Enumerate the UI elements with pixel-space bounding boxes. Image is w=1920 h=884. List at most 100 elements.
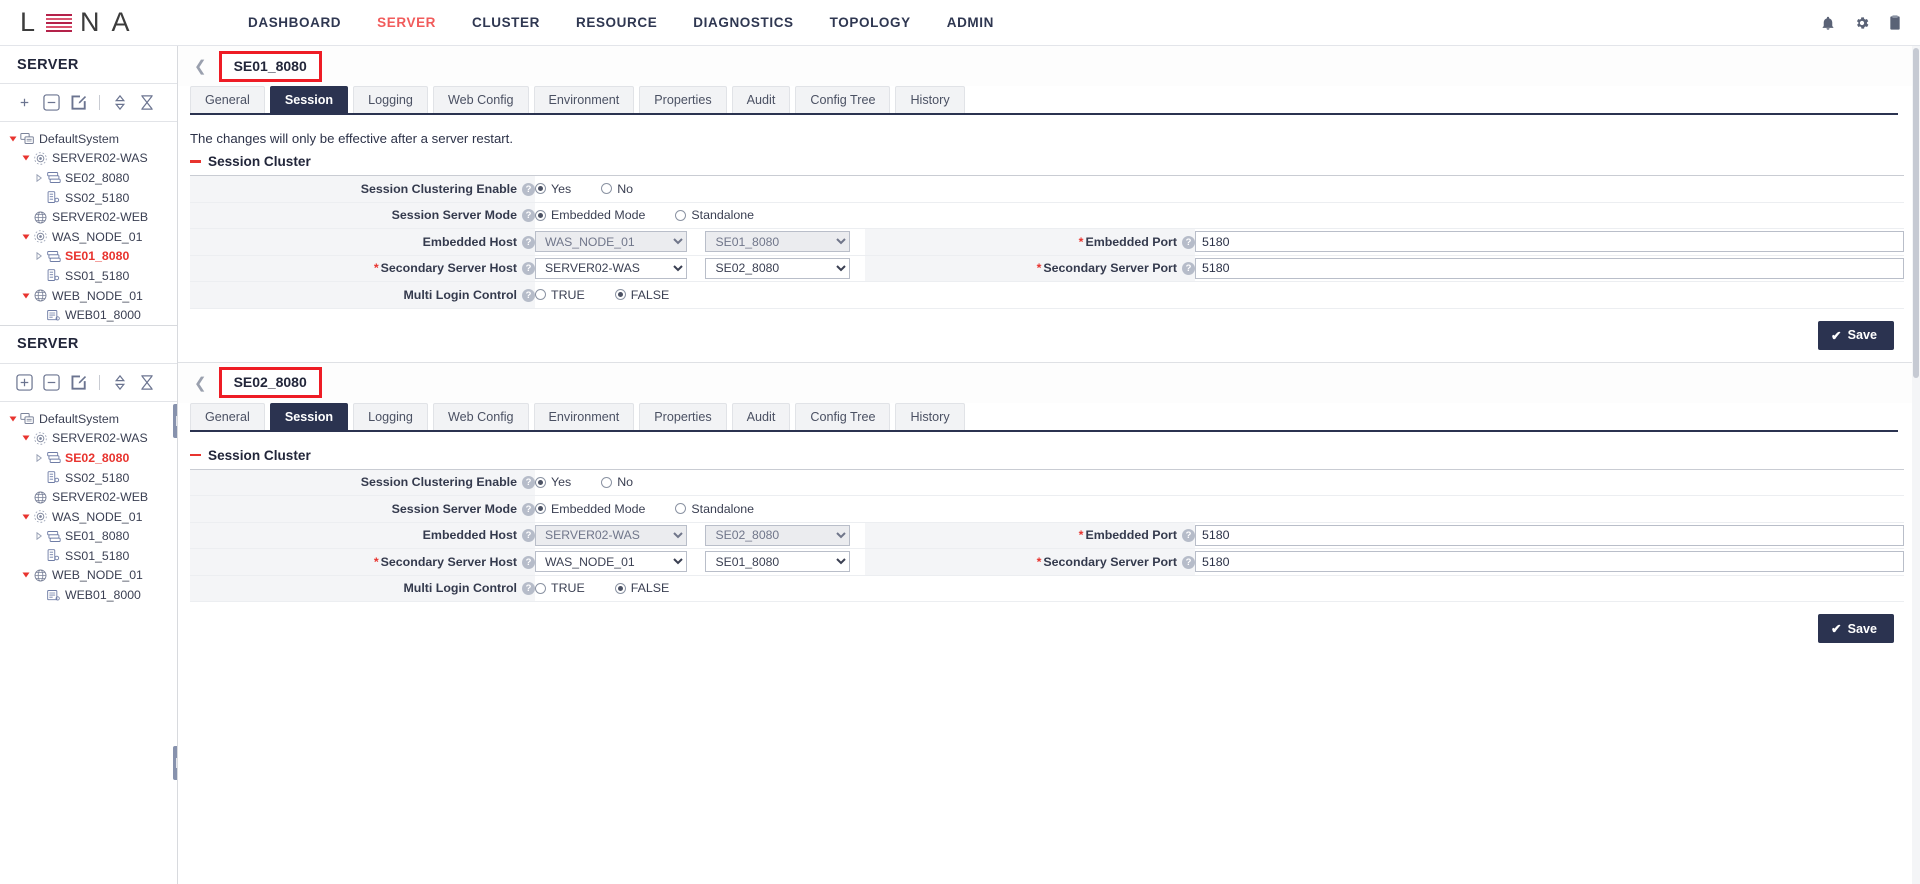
tree-node[interactable]: SS01_5180 <box>0 266 177 286</box>
section-title-1[interactable]: Session Cluster <box>184 154 1898 169</box>
tab-session[interactable]: Session <box>270 403 348 430</box>
tab-history[interactable]: History <box>895 403 964 430</box>
radio-true[interactable]: TRUE <box>535 581 585 595</box>
radio-yes[interactable]: Yes <box>535 182 571 196</box>
tab-environment[interactable]: Environment <box>534 86 635 113</box>
bell-icon[interactable] <box>1820 15 1836 31</box>
secondary-host-node-select-1[interactable]: SERVER02-WAS <box>535 258 687 279</box>
secondary-host-server-select-1[interactable]: SE02_8080 <box>705 258 850 279</box>
embedded-host-server-select-1[interactable]: SE01_8080 <box>705 231 850 252</box>
sort-icon[interactable] <box>112 94 129 111</box>
caret-right-icon[interactable] <box>32 252 45 260</box>
collapse-left-icon[interactable]: ❮ <box>186 374 215 392</box>
edit-icon[interactable] <box>70 374 87 391</box>
nav-item-resource[interactable]: RESOURCE <box>558 0 675 46</box>
help-icon[interactable]: ? <box>522 209 535 222</box>
tab-audit[interactable]: Audit <box>732 403 791 430</box>
nav-item-cluster[interactable]: CLUSTER <box>454 0 558 46</box>
radio-true[interactable]: TRUE <box>535 288 585 302</box>
collapse-minus-icon[interactable] <box>190 160 201 163</box>
filter-icon[interactable] <box>139 94 156 111</box>
embedded-port-input-2[interactable] <box>1195 525 1904 546</box>
caret-right-icon[interactable] <box>32 174 45 182</box>
tree-node[interactable]: SE02_8080 <box>0 448 177 468</box>
tree-node[interactable]: SERVER02-WEB <box>0 207 177 227</box>
tab-properties[interactable]: Properties <box>639 403 726 430</box>
secondary-host-server-select-2[interactable]: SE01_8080 <box>705 551 850 572</box>
caret-right-icon[interactable] <box>32 532 45 540</box>
nav-item-admin[interactable]: ADMIN <box>929 0 1012 46</box>
app-logo[interactable]: L N A <box>0 7 190 38</box>
tree-node[interactable]: WAS_NODE_01 <box>0 507 177 527</box>
caret-down-icon[interactable] <box>19 233 32 241</box>
tree-node[interactable]: SE01_8080 <box>0 527 177 547</box>
add-icon[interactable] <box>16 94 33 111</box>
tree-node[interactable]: SE01_8080 <box>0 247 177 267</box>
filter-icon[interactable] <box>139 374 156 391</box>
caret-down-icon[interactable] <box>19 571 32 579</box>
embedded-port-input-1[interactable] <box>1195 231 1904 252</box>
radio-standalone[interactable]: Standalone <box>675 208 754 222</box>
help-icon[interactable]: ? <box>522 183 535 196</box>
tree-node[interactable]: WEB_NODE_01 <box>0 286 177 306</box>
tab-environment[interactable]: Environment <box>534 403 635 430</box>
caret-down-icon[interactable] <box>19 434 32 442</box>
embedded-host-node-select-1[interactable]: WAS_NODE_01 <box>535 231 687 252</box>
tab-config-tree[interactable]: Config Tree <box>795 86 890 113</box>
tree-node[interactable]: SERVER02-WEB <box>0 487 177 507</box>
tree-node[interactable]: SS01_5180 <box>0 546 177 566</box>
collapse-left-icon[interactable]: ❮ <box>186 57 215 75</box>
tab-history[interactable]: History <box>895 86 964 113</box>
caret-down-icon[interactable] <box>19 292 32 300</box>
tree-node[interactable]: WEB01_8000 <box>0 305 177 325</box>
main-scrollbar-thumb[interactable] <box>1913 48 1919 378</box>
tab-web-config[interactable]: Web Config <box>433 403 529 430</box>
help-icon[interactable]: ? <box>522 582 535 595</box>
sort-icon[interactable] <box>112 374 129 391</box>
remove-icon[interactable] <box>43 94 60 111</box>
help-icon[interactable]: ? <box>1182 262 1195 275</box>
tab-session[interactable]: Session <box>270 86 348 113</box>
nav-item-server[interactable]: SERVER <box>359 0 454 46</box>
tab-properties[interactable]: Properties <box>639 86 726 113</box>
secondary-server-port-input-1[interactable] <box>1195 258 1904 279</box>
tree-node[interactable]: DefaultSystem <box>0 409 177 429</box>
radio-no[interactable]: No <box>601 475 633 489</box>
tree-node[interactable]: SERVER02-WAS <box>0 429 177 449</box>
tree-node[interactable]: SERVER02-WAS <box>0 149 177 169</box>
help-icon[interactable]: ? <box>522 529 535 542</box>
embedded-host-node-select-2[interactable]: SERVER02-WAS <box>535 525 687 546</box>
help-icon[interactable]: ? <box>522 262 535 275</box>
help-icon[interactable]: ? <box>522 236 535 249</box>
help-icon[interactable]: ? <box>522 289 535 302</box>
tree-node[interactable]: SS02_5180 <box>0 468 177 488</box>
remove-icon[interactable] <box>43 374 60 391</box>
help-icon[interactable]: ? <box>1182 236 1195 249</box>
caret-down-icon[interactable] <box>19 154 32 162</box>
caret-down-icon[interactable] <box>6 135 19 143</box>
radio-embedded-mode[interactable]: Embedded Mode <box>535 208 645 222</box>
help-icon[interactable]: ? <box>1182 556 1195 569</box>
edit-icon[interactable] <box>70 94 87 111</box>
tab-web-config[interactable]: Web Config <box>433 86 529 113</box>
embedded-host-server-select-2[interactable]: SE02_8080 <box>705 525 850 546</box>
secondary-host-node-select-2[interactable]: WAS_NODE_01 <box>535 551 687 572</box>
caret-right-icon[interactable] <box>32 454 45 462</box>
add-icon[interactable] <box>16 374 33 391</box>
save-button-1[interactable]: ✔ Save <box>1818 321 1894 350</box>
tree-node[interactable]: DefaultSystem <box>0 129 177 149</box>
tree-node[interactable]: WEB01_8000 <box>0 585 177 605</box>
save-button-2[interactable]: ✔ Save <box>1818 614 1894 643</box>
tree-node[interactable]: WEB_NODE_01 <box>0 566 177 586</box>
radio-standalone[interactable]: Standalone <box>675 502 754 516</box>
tree-node[interactable]: WAS_NODE_01 <box>0 227 177 247</box>
tab-config-tree[interactable]: Config Tree <box>795 403 890 430</box>
help-icon[interactable]: ? <box>522 476 535 489</box>
caret-down-icon[interactable] <box>6 415 19 423</box>
tab-logging[interactable]: Logging <box>353 86 428 113</box>
tree-node[interactable]: SE02_8080 <box>0 168 177 188</box>
tab-audit[interactable]: Audit <box>732 86 791 113</box>
tab-general[interactable]: General <box>190 403 265 430</box>
main-scrollbar[interactable] <box>1912 46 1920 884</box>
tree-node[interactable]: SS02_5180 <box>0 188 177 208</box>
